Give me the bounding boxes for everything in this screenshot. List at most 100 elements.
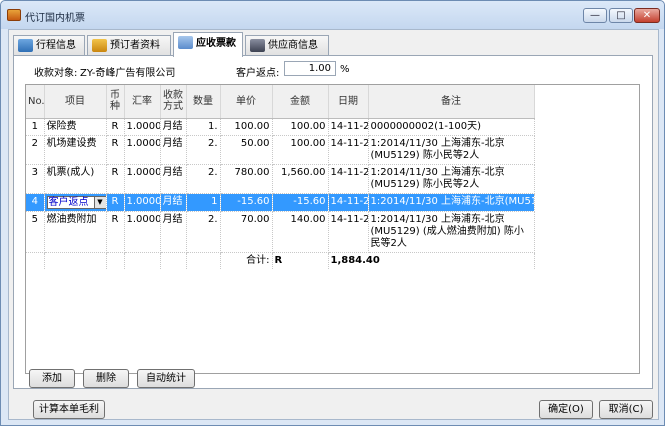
cell-rate: 1.0000 (124, 118, 161, 136)
cell-no: 1 (26, 118, 45, 136)
cell-no: 3 (26, 164, 45, 194)
tab-label: 行程信息 (36, 40, 76, 51)
minimize-button[interactable]: — (583, 8, 607, 23)
cell-rate: 1.0000 (124, 211, 161, 253)
tab-itinerary[interactable]: 行程信息 (13, 35, 85, 56)
cell-currency: R (106, 193, 125, 212)
cell-currency: R (106, 164, 125, 194)
cell-amount: 1,560.00 (272, 164, 329, 194)
cell-item: 机场建设费 (44, 135, 107, 165)
cell-payment: 月结 (160, 118, 187, 136)
col-qty[interactable]: 数量 (186, 85, 221, 119)
maximize-button[interactable]: □ (609, 8, 633, 23)
add-button[interactable]: 添加 (29, 369, 75, 388)
col-date[interactable]: 日期 (328, 85, 369, 119)
rebate-label: 客户返点: (236, 68, 280, 79)
cell-rate: 1.0000 (124, 135, 161, 165)
table-row[interactable]: 5 燃油费附加 R 1.0000 月结 2. 70.00 140.00 14-1… (26, 211, 535, 253)
cell-price: -15.60 (220, 193, 273, 212)
table-row-selected[interactable]: 4 客户返点 ▼ R 1.0000 月结 1 -15.60 -15.60 14-… (26, 193, 535, 212)
col-currency[interactable]: 币种 (106, 85, 125, 119)
cell-date: 14-11-29 (328, 193, 369, 212)
auto-sum-button[interactable]: 自动统计 (137, 369, 195, 388)
cell-amount: 100.00 (272, 118, 329, 136)
cell-note: 0000000002(1-100天) (368, 118, 535, 136)
cell-rate: 1.0000 (124, 164, 161, 194)
tab-booker[interactable]: 预订者资料 (87, 35, 171, 56)
window-title: 代订国内机票 (25, 13, 85, 24)
tab-label: 供应商信息 (268, 40, 318, 51)
tab-label: 应收票款 (196, 38, 236, 49)
cell-amount: -15.60 (272, 193, 329, 212)
cell-price: 780.00 (220, 164, 273, 194)
total-currency: R (274, 254, 283, 266)
cell-item-editor[interactable]: 客户返点 ▼ (44, 193, 107, 212)
cell-note: 1:2014/11/30 上海浦东-北京(MU5129) 陈小民等2人 (368, 164, 535, 194)
receivable-panel: 收款对象: ZY-奇峰广告有限公司 客户返点: 1.00 % No. 项目 币种… (13, 55, 653, 389)
cell-note: 1:2014/11/30 上海浦东-北京(MU5129) 陈小民等2人 (368, 135, 535, 165)
cell-date: 14-11-29 (328, 135, 369, 165)
item-combo-value: 客户返点 (48, 196, 89, 208)
cell-payment: 月结 (160, 164, 187, 194)
chevron-down-icon[interactable]: ▼ (93, 196, 105, 208)
grid-header-row: No. 项目 币种 汇率 收款方式 数量 单价 金额 日期 备注 (26, 85, 535, 119)
item-combo[interactable]: 客户返点 ▼ (46, 195, 105, 209)
cell-currency: R (106, 211, 125, 253)
total-row: 合计: R 1,884.40 (26, 252, 535, 269)
cell-payment: 月结 (160, 193, 187, 212)
cell-qty: 2. (186, 164, 221, 194)
cell-qty: 1. (186, 118, 221, 136)
cell-qty: 2. (186, 211, 221, 253)
app-icon (7, 9, 21, 21)
cell-amount: 140.00 (272, 211, 329, 253)
table-row[interactable]: 3 机票(成人) R 1.0000 月结 2. 780.00 1,560.00 … (26, 164, 535, 194)
ok-button[interactable]: 确定(O) (539, 400, 593, 419)
total-cells: R (272, 252, 329, 269)
table-row[interactable]: 2 机场建设费 R 1.0000 月结 2. 50.00 100.00 14-1… (26, 135, 535, 165)
dialog-client: 行程信息 预订者资料 应收票款 供应商信息 收款对象: ZY-奇峰广告有限公司 … (8, 29, 659, 420)
cell-price: 50.00 (220, 135, 273, 165)
tab-supplier[interactable]: 供应商信息 (245, 35, 329, 56)
itinerary-icon (18, 39, 33, 52)
cell-price: 70.00 (220, 211, 273, 253)
rebate-input[interactable]: 1.00 (284, 61, 336, 76)
cell-item: 燃油费附加 (44, 211, 107, 253)
cell-note: 1:2014/11/30 上海浦东-北京(MU5129) (成人燃油费附加) 陈… (368, 211, 535, 253)
dialog-window: 代订国内机票 — □ ✕ 行程信息 预订者资料 应收票款 供应商信息 收款对象:… (0, 0, 665, 426)
cell-price: 100.00 (220, 118, 273, 136)
cell-payment: 月结 (160, 135, 187, 165)
total-label: 合计: (220, 252, 273, 269)
col-amount[interactable]: 金额 (272, 85, 329, 119)
receivable-icon (178, 36, 193, 49)
col-no[interactable]: No. (26, 85, 45, 119)
cell-date: 14-11-29 (328, 118, 369, 136)
person-icon (92, 39, 107, 52)
tab-label: 预订者资料 (110, 40, 160, 51)
cell-item: 保险费 (44, 118, 107, 136)
payee-value: ZY-奇峰广告有限公司 (80, 68, 176, 79)
table-row[interactable]: 1 保险费 R 1.0000 月结 1. 100.00 100.00 14-11… (26, 118, 535, 136)
cell-currency: R (106, 118, 125, 136)
col-rate[interactable]: 汇率 (124, 85, 161, 119)
receivable-grid[interactable]: No. 项目 币种 汇率 收款方式 数量 单价 金额 日期 备注 1 保险费 R… (25, 84, 640, 374)
cell-date: 14-11-29 (328, 164, 369, 194)
title-bar[interactable]: 代订国内机票 — □ ✕ (1, 1, 664, 29)
cell-note: 1:2014/11/30 上海浦东-北京(MU5129) (368, 193, 535, 212)
col-price[interactable]: 单价 (220, 85, 273, 119)
payee-label: 收款对象: (34, 68, 78, 79)
col-note[interactable]: 备注 (368, 85, 535, 119)
calc-profit-button[interactable]: 计算本单毛利 (33, 400, 105, 419)
tab-receivable[interactable]: 应收票款 (173, 32, 243, 57)
col-payment[interactable]: 收款方式 (160, 85, 187, 119)
cell-no: 5 (26, 211, 45, 253)
cell-no: 2 (26, 135, 45, 165)
cancel-button[interactable]: 取消(C) (599, 400, 653, 419)
delete-button[interactable]: 删除 (83, 369, 129, 388)
col-item[interactable]: 项目 (44, 85, 107, 119)
cell-date: 14-11-29 (328, 211, 369, 253)
cell-qty: 2. (186, 135, 221, 165)
close-button[interactable]: ✕ (634, 8, 660, 23)
cell-payment: 月结 (160, 211, 187, 253)
cell-amount: 100.00 (272, 135, 329, 165)
cell-currency: R (106, 135, 125, 165)
